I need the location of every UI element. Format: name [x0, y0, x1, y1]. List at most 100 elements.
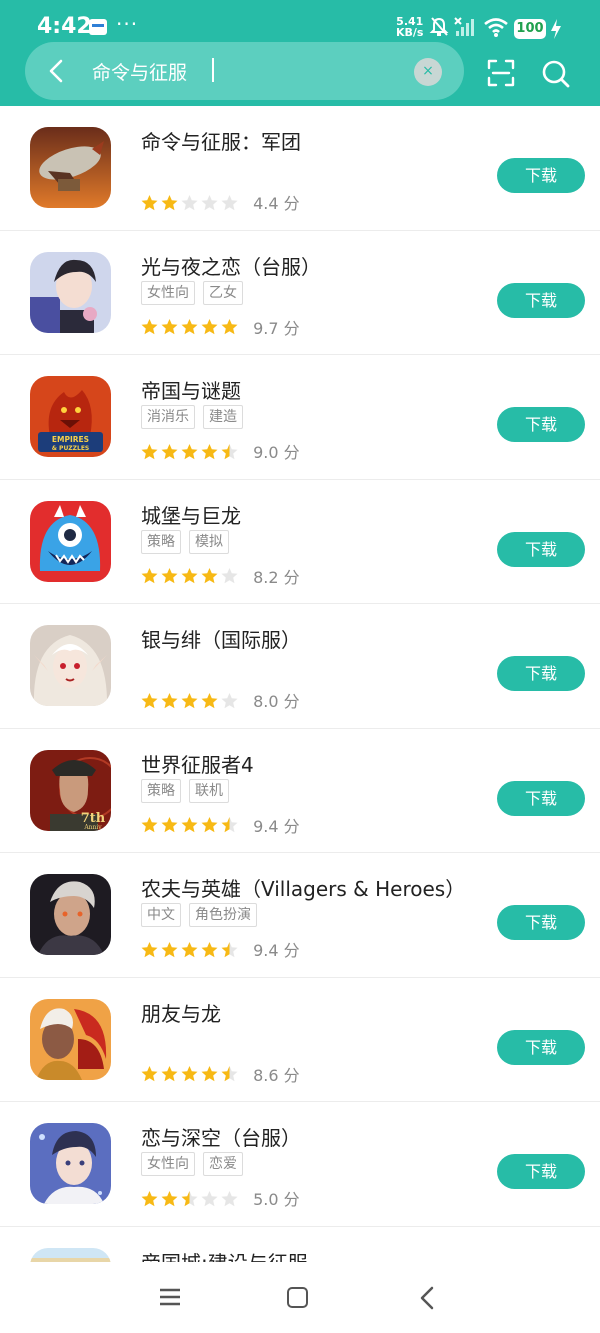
star-icon — [201, 319, 218, 335]
download-button[interactable]: 下载 — [497, 531, 585, 567]
star-icon — [181, 817, 198, 833]
airship-icon[interactable] — [30, 127, 111, 208]
search-input[interactable]: 命令与征服 — [92, 58, 187, 85]
status-time: 4:42 — [37, 14, 92, 39]
tag-list: 策略 联机 — [141, 778, 237, 803]
nav-back-icon[interactable] — [417, 1286, 437, 1310]
battery-level: 100 — [514, 19, 546, 39]
app-name[interactable]: 银与绯（国际服） — [141, 624, 301, 653]
rating-score: 9.4 分 — [253, 941, 300, 960]
tag[interactable]: 策略 — [141, 529, 181, 554]
rating: 9.4 分 — [140, 813, 300, 836]
download-button[interactable]: 下载 — [497, 1154, 585, 1189]
star-icon — [201, 194, 218, 210]
star-icon — [181, 1066, 198, 1082]
download-button[interactable]: 下载 — [497, 282, 585, 318]
anime-boy2-icon[interactable] — [30, 1123, 111, 1204]
tag[interactable]: 恋爱 — [203, 1152, 243, 1176]
star-rating — [140, 690, 240, 710]
tag[interactable]: 乙女 — [203, 280, 243, 305]
rating-score: 4.4 分 — [253, 194, 300, 213]
star-rating — [140, 1188, 240, 1208]
star-rating — [140, 441, 240, 461]
mute-bell-icon — [429, 17, 449, 36]
list-item[interactable]: 农夫与英雄（Villagers & Heroes） 中文 角色扮演 9.4 分 下… — [0, 853, 600, 978]
star-icon — [221, 1190, 238, 1206]
star-icon — [161, 1190, 178, 1206]
system-navigation-bar — [0, 1262, 600, 1333]
app-name[interactable]: 城堡与巨龙 — [141, 500, 241, 529]
star-icon — [161, 319, 178, 335]
list-item[interactable]: 银与绯（国际服） 8.0 分 下载 — [0, 604, 600, 729]
app-header: 4:42 ··· 5.41 KB/s 100 命令与征服 × — [0, 0, 600, 106]
blue-monster-icon[interactable] — [30, 500, 111, 582]
download-button[interactable]: 下载 — [497, 905, 585, 940]
rating: 8.6 分 — [140, 1062, 300, 1085]
app-name[interactable]: 恋与深空（台服） — [141, 1122, 301, 1151]
list-item[interactable]: 光与夜之恋（台服） 女性向 乙女 9.7 分 下载 — [0, 231, 600, 355]
star-rating — [140, 815, 240, 835]
hero-icon[interactable] — [30, 874, 111, 955]
star-icon — [221, 443, 238, 459]
app-name[interactable]: 朋友与龙 — [141, 998, 221, 1027]
app-name[interactable]: 光与夜之恋（台服） — [141, 251, 321, 280]
list-item[interactable]: EMPIRES & PUZZLES 帝国与谜题 消消乐 建造 9.0 分 下载 — [0, 355, 600, 480]
back-arrow-icon[interactable] — [43, 57, 71, 85]
tag[interactable]: 消消乐 — [141, 405, 195, 429]
scan-icon[interactable] — [487, 59, 515, 87]
elf-dragon-icon[interactable] — [30, 998, 111, 1080]
star-icon — [141, 319, 158, 335]
star-icon — [161, 692, 178, 708]
tag[interactable]: 女性向 — [141, 1152, 195, 1176]
star-icon — [181, 568, 198, 584]
list-item[interactable]: 朋友与龙 8.6 分 下载 — [0, 978, 600, 1102]
star-icon — [181, 941, 198, 957]
tag[interactable]: 联机 — [189, 778, 229, 803]
general-icon[interactable]: 7th Anniv — [30, 749, 111, 831]
star-icon — [201, 817, 218, 833]
star-rating — [140, 317, 240, 337]
star-icon — [141, 568, 158, 584]
tag[interactable]: 建造 — [203, 405, 243, 429]
download-button[interactable]: 下载 — [497, 407, 585, 442]
rating: 8.2 分 — [140, 564, 300, 587]
tag[interactable]: 角色扮演 — [189, 903, 257, 927]
list-item[interactable]: 恋与深空（台服） 女性向 恋爱 5.0 分 下载 — [0, 1102, 600, 1227]
download-button[interactable]: 下载 — [497, 780, 585, 816]
network-speed-unit: KB/s — [396, 26, 424, 39]
tag[interactable]: 女性向 — [141, 280, 195, 305]
star-icon — [221, 817, 238, 833]
tag[interactable]: 策略 — [141, 778, 181, 803]
download-button[interactable]: 下载 — [497, 1029, 585, 1065]
star-icon — [161, 941, 178, 957]
tag[interactable]: 中文 — [141, 903, 181, 927]
list-item[interactable]: 城堡与巨龙 策略 模拟 8.2 分 下载 — [0, 480, 600, 604]
star-icon — [181, 692, 198, 708]
vampire-girl-icon[interactable] — [30, 625, 111, 706]
star-rating — [140, 566, 240, 586]
search-bar[interactable]: 命令与征服 × — [25, 42, 464, 100]
app-name[interactable]: 世界征服者4 — [141, 749, 254, 778]
clear-search-button[interactable]: × — [414, 58, 442, 86]
app-name[interactable]: 农夫与英雄（Villagers & Heroes） — [141, 873, 465, 902]
home-icon[interactable] — [287, 1287, 308, 1308]
anime-boy-icon[interactable] — [30, 251, 111, 333]
download-button[interactable]: 下载 — [497, 158, 585, 193]
tag-list: 女性向 乙女 — [141, 280, 251, 305]
dragon-icon[interactable]: EMPIRES & PUZZLES — [30, 376, 111, 457]
rating-score: 9.0 分 — [253, 443, 300, 462]
star-icon — [141, 1190, 158, 1206]
list-item[interactable]: 7th Anniv 世界征服者4 策略 联机 9.4 分 下载 — [0, 729, 600, 853]
star-icon — [141, 941, 158, 957]
search-icon[interactable] — [541, 59, 571, 89]
menu-icon[interactable] — [159, 1287, 181, 1307]
cellular-signal-icon — [454, 17, 474, 36]
download-button[interactable]: 下载 — [497, 656, 585, 691]
star-icon — [141, 692, 158, 708]
text-cursor — [212, 58, 214, 82]
tag[interactable]: 模拟 — [189, 529, 229, 554]
app-name[interactable]: 帝国与谜题 — [141, 375, 241, 404]
app-name[interactable]: 命令与征服：军团 — [141, 126, 301, 155]
list-item[interactable]: 命令与征服：军团 4.4 分 下载 — [0, 106, 600, 231]
star-icon — [221, 1066, 238, 1082]
